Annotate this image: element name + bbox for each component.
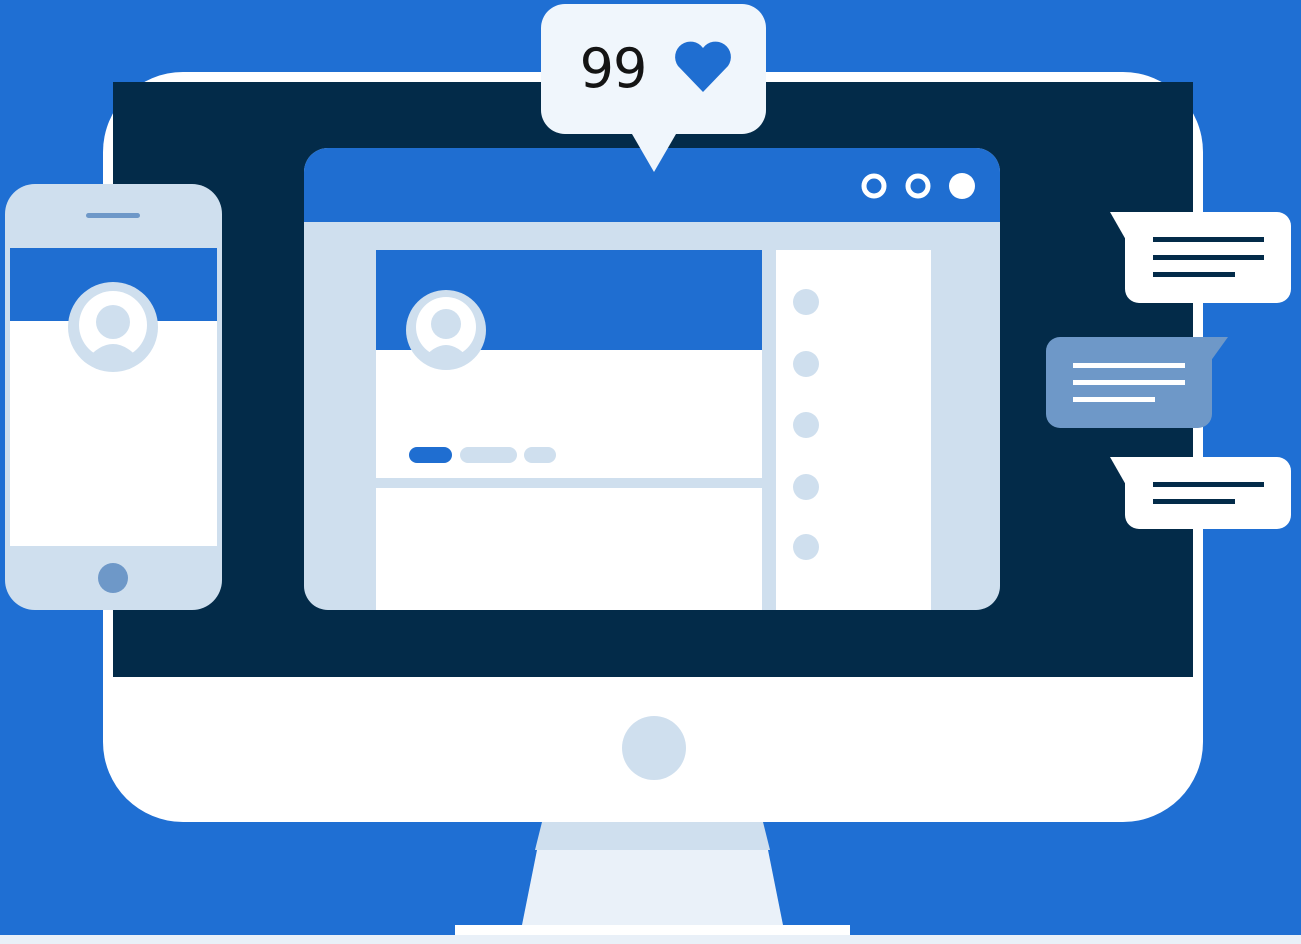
sidebar-dot[interactable] xyxy=(793,534,819,560)
profile-tab[interactable] xyxy=(460,447,517,463)
sidebar-dot[interactable] xyxy=(793,474,819,500)
home-button-icon[interactable] xyxy=(98,563,128,593)
panel-divider xyxy=(376,478,762,488)
chat-bubble-icon xyxy=(1046,337,1228,428)
notification-count: 99 xyxy=(579,37,648,100)
sidebar-dot[interactable] xyxy=(793,351,819,377)
browser-window xyxy=(304,148,1000,610)
sidebar-dot[interactable] xyxy=(793,412,819,438)
avatar-icon xyxy=(68,282,158,372)
phone xyxy=(5,184,222,610)
illustration-scene: 99 xyxy=(0,0,1301,944)
floor-line xyxy=(0,935,1301,944)
sidebar-dot[interactable] xyxy=(793,289,819,315)
avatar-icon xyxy=(406,290,486,370)
profile-tab[interactable] xyxy=(524,447,556,463)
monitor-power-button xyxy=(622,716,686,780)
chat-bubble-icon xyxy=(1110,457,1291,529)
chat-bubble-icon xyxy=(1110,212,1291,303)
social-media-illustration xyxy=(0,0,1301,944)
profile-tab-active[interactable] xyxy=(409,447,452,463)
phone-speaker xyxy=(86,213,140,218)
window-control-3[interactable] xyxy=(949,173,975,199)
